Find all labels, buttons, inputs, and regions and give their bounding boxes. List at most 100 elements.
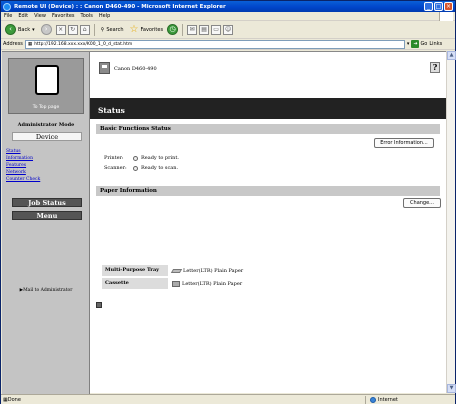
search-icon: ⚲ xyxy=(100,26,105,33)
search-label: Search xyxy=(106,26,124,33)
back-arrow-icon: ‹ xyxy=(5,24,16,35)
vertical-scrollbar[interactable]: ▲ ▼ xyxy=(446,51,456,393)
toolbar: ‹ Back ▾ › × ↻ ⌂ ⚲ Search ☆ Favorites ◷ … xyxy=(1,21,455,39)
back-button[interactable]: ‹ Back ▾ xyxy=(3,23,37,37)
messenger-icon[interactable]: ☺ xyxy=(223,24,234,35)
window-controls: _ □ × xyxy=(424,2,453,11)
job-status-button[interactable]: Job Status xyxy=(12,198,82,207)
stop-icon[interactable]: × xyxy=(55,24,66,35)
address-url: http://192.168.xxx.xxx/K00_1_0_d_stat.ht… xyxy=(34,41,133,47)
mode-label: Administrator Mode xyxy=(17,122,75,128)
go-label: Go xyxy=(420,41,428,47)
page-icon: ▦ xyxy=(27,41,33,47)
toolbar-separator xyxy=(93,23,95,36)
table-row: Cassette Letter(LTR) Plain Paper xyxy=(102,278,382,289)
printer-status: Ready to print. xyxy=(141,155,179,161)
favorites-label: Favorites xyxy=(140,26,164,33)
toolbar-separator xyxy=(182,23,184,36)
window-title: Remote UI (Device) : : Canon D460-490 - … xyxy=(14,3,226,10)
forward-arrow-icon: › xyxy=(40,24,52,35)
status-bar: ▦ Done Internet xyxy=(1,394,455,404)
paper-info-header: Paper Information xyxy=(96,186,440,196)
scanner-status-row: Scanner: Ready to scan. xyxy=(104,165,178,171)
paper-type: Letter(LTR) Plain Paper xyxy=(183,267,244,274)
address-label: Address xyxy=(3,41,23,47)
printer-icon xyxy=(99,62,110,74)
device-name: Canon D460-490 xyxy=(114,66,157,72)
address-bar: Address ▦ http://192.168.xxx.xxx/K00_1_0… xyxy=(1,39,455,50)
status-text: Done xyxy=(7,396,21,403)
ie-icon xyxy=(3,2,11,11)
go-button[interactable]: ➜ Go xyxy=(411,40,427,48)
mail-to-admin-link[interactable]: ▶Mail to Administrator xyxy=(2,288,90,293)
globe-icon xyxy=(370,397,376,403)
history-icon[interactable]: ◷ xyxy=(167,24,179,35)
star-icon: ☆ xyxy=(129,23,139,35)
address-input[interactable]: ▦ http://192.168.xxx.xxx/K00_1_0_d_stat.… xyxy=(24,39,405,49)
forward-button[interactable]: › xyxy=(39,23,54,37)
menu-favorites[interactable]: Favorites xyxy=(52,13,75,19)
paper-value: Letter(LTR) Plain Paper xyxy=(168,268,243,274)
remote-ui-logo[interactable]: To Top page xyxy=(8,58,84,114)
basic-status-header: Basic Functions Status xyxy=(96,124,440,134)
menu-help[interactable]: Help xyxy=(99,13,110,19)
status-indicator-icon xyxy=(133,165,138,171)
main-panel: Canon D460-490 ? Status Basic Functions … xyxy=(90,52,446,394)
device-button[interactable]: Device xyxy=(12,132,82,141)
close-button[interactable]: × xyxy=(444,2,453,11)
search-button[interactable]: ⚲ Search xyxy=(99,23,126,37)
paper-source: Cassette xyxy=(102,278,168,289)
refresh-icon[interactable]: ↻ xyxy=(67,24,78,35)
maximize-button[interactable]: □ xyxy=(434,2,443,11)
sidebar-item-information[interactable]: Information xyxy=(6,155,40,162)
device-links: Status Information Features Network Coun… xyxy=(6,148,40,183)
sidebar-item-counter-check[interactable]: Counter Check xyxy=(6,176,40,183)
paper-type: Letter(LTR) Plain Paper xyxy=(182,280,243,287)
top-page-link[interactable]: To Top page xyxy=(9,105,83,110)
zone-label: Internet xyxy=(378,397,398,403)
status-indicator-icon xyxy=(133,155,138,161)
page-title: Status xyxy=(90,98,446,119)
menu-tools[interactable]: Tools xyxy=(81,13,93,19)
links-button[interactable]: Links xyxy=(429,41,442,47)
menu-bar: File Edit View Favorites Tools Help xyxy=(1,12,455,21)
dropdown-icon: ▾ xyxy=(32,26,35,33)
help-button[interactable]: ? xyxy=(430,62,440,73)
back-to-top-icon[interactable] xyxy=(96,302,102,308)
home-icon[interactable]: ⌂ xyxy=(79,24,90,35)
paper-value: Letter(LTR) Plain Paper xyxy=(168,280,243,287)
mail-icon[interactable]: ✉ xyxy=(187,24,198,35)
scroll-up-icon[interactable]: ▲ xyxy=(447,51,456,60)
sidebar-item-status[interactable]: Status xyxy=(6,148,40,155)
page-content: To Top page Administrator Mode Device St… xyxy=(2,51,446,394)
menu-file[interactable]: File xyxy=(4,13,12,19)
cassette-icon xyxy=(172,280,180,287)
change-button[interactable]: Change... xyxy=(403,198,441,208)
favorites-button[interactable]: ☆ Favorites xyxy=(128,23,166,37)
scroll-down-icon[interactable]: ▼ xyxy=(447,384,456,393)
error-information-button[interactable]: Error Information... xyxy=(374,138,434,148)
back-label: Back xyxy=(18,26,31,33)
sidebar-item-network[interactable]: Network xyxy=(6,169,40,176)
edit-icon[interactable]: ▭ xyxy=(211,24,222,35)
menu-view[interactable]: View xyxy=(34,13,46,19)
minimize-button[interactable]: _ xyxy=(424,2,433,11)
print-icon[interactable]: ▤ xyxy=(199,24,210,35)
table-row: Multi-Purpose Tray Letter(LTR) Plain Pap… xyxy=(102,265,382,276)
scanner-label: Scanner: xyxy=(104,165,127,171)
mail-to-admin-label: Mail to Administrator xyxy=(23,288,73,293)
sidebar: To Top page Administrator Mode Device St… xyxy=(2,52,90,394)
printer-status-row: Printer: Ready to print. xyxy=(104,155,179,161)
scanner-status: Ready to scan. xyxy=(141,165,179,171)
paper-source: Multi-Purpose Tray xyxy=(102,265,168,276)
menu-button[interactable]: Menu xyxy=(12,211,82,220)
sidebar-item-features[interactable]: Features xyxy=(6,162,40,169)
browser-window: Remote UI (Device) : : Canon D460-490 - … xyxy=(0,0,456,404)
windows-flag-icon xyxy=(439,12,453,21)
menu-edit[interactable]: Edit xyxy=(18,13,28,19)
title-bar: Remote UI (Device) : : Canon D460-490 - … xyxy=(1,1,455,12)
go-arrow-icon: ➜ xyxy=(411,40,420,48)
printer-label: Printer: xyxy=(104,155,124,161)
address-dropdown-icon[interactable]: ▾ xyxy=(407,41,410,47)
tray-icon xyxy=(170,268,183,273)
